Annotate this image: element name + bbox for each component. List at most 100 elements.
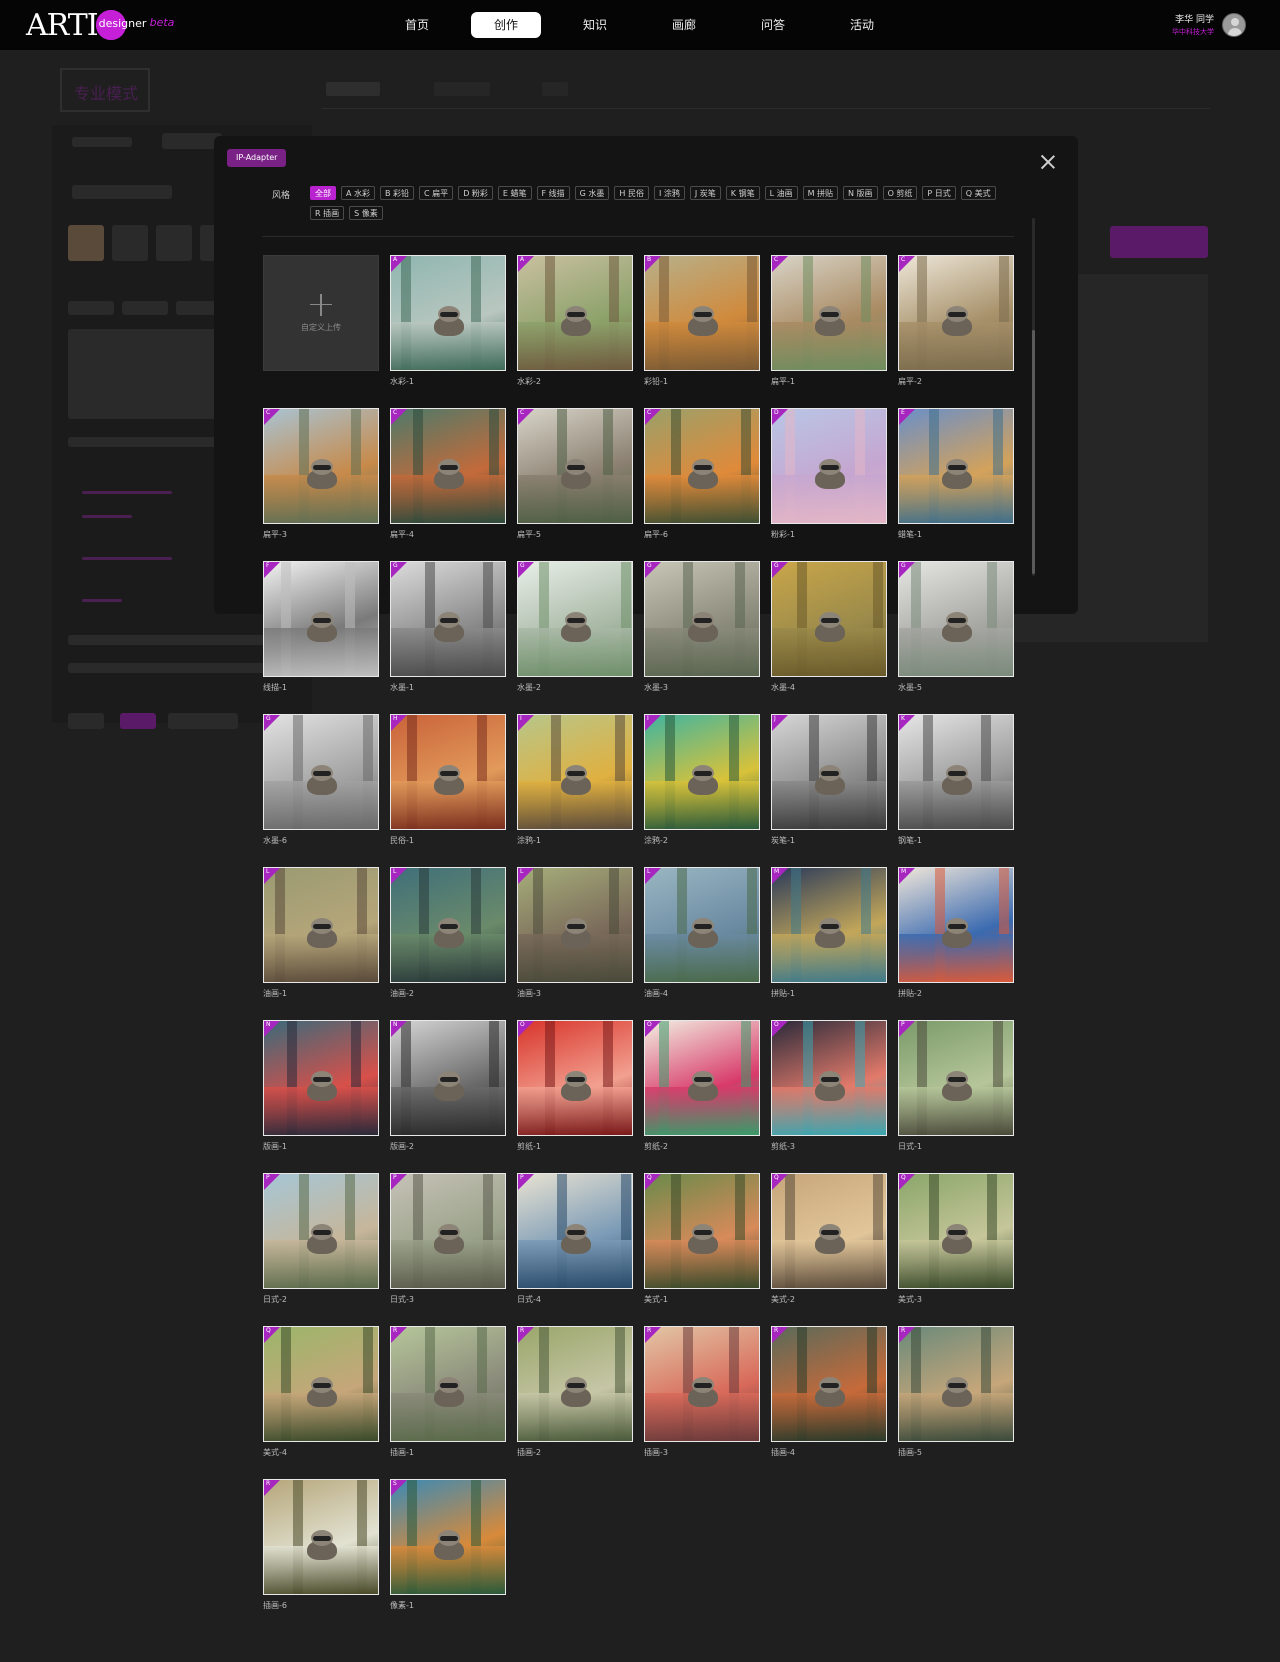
- style-thumbnail[interactable]: C: [263, 408, 379, 524]
- avatar-icon[interactable]: [1222, 12, 1246, 37]
- style-thumbnail[interactable]: L: [517, 867, 633, 983]
- style-thumbnail[interactable]: Q: [898, 1173, 1014, 1289]
- style-thumbnail[interactable]: M: [898, 867, 1014, 983]
- filter-chip[interactable]: Q 美式: [960, 186, 996, 200]
- style-thumbnail[interactable]: O: [644, 1020, 760, 1136]
- style-thumbnail[interactable]: B: [644, 255, 760, 371]
- scrollbar-thumb[interactable]: [1032, 330, 1035, 574]
- filter-chip[interactable]: B 彩铅: [380, 186, 415, 200]
- filter-chip[interactable]: G 水墨: [574, 186, 610, 200]
- style-thumbnail[interactable]: G: [390, 561, 506, 677]
- style-card[interactable]: G 水墨-2: [517, 561, 633, 692]
- style-thumbnail[interactable]: P: [517, 1173, 633, 1289]
- style-card[interactable]: R 插画-6: [263, 1479, 379, 1610]
- style-card[interactable]: C 扁平-6: [644, 408, 760, 539]
- style-card[interactable]: M 拼贴-1: [771, 867, 887, 998]
- style-card[interactable]: A 水彩-2: [517, 255, 633, 386]
- style-thumbnail[interactable]: A: [517, 255, 633, 371]
- style-card[interactable]: D 粉彩-1: [771, 408, 887, 539]
- style-thumbnail[interactable]: I: [644, 714, 760, 830]
- filter-chip[interactable]: S 像素: [349, 206, 383, 220]
- style-card[interactable]: G 水墨-3: [644, 561, 760, 692]
- style-thumbnail[interactable]: C: [644, 408, 760, 524]
- user-menu[interactable]: 李华 同学 华中科技大学: [1172, 12, 1246, 37]
- style-thumbnail[interactable]: P: [898, 1020, 1014, 1136]
- style-card[interactable]: R 插画-4: [771, 1326, 887, 1457]
- filter-chip[interactable]: H 民俗: [614, 186, 649, 200]
- style-card[interactable]: R 插画-3: [644, 1326, 760, 1457]
- style-thumbnail[interactable]: R: [390, 1326, 506, 1442]
- style-thumbnail[interactable]: G: [898, 561, 1014, 677]
- style-card[interactable]: L 油画-2: [390, 867, 506, 998]
- style-card[interactable]: J 炭笔-1: [771, 714, 887, 845]
- style-card[interactable]: C 扁平-4: [390, 408, 506, 539]
- style-card[interactable]: R 插画-2: [517, 1326, 633, 1457]
- nav-events[interactable]: 活动: [827, 12, 897, 38]
- style-thumbnail[interactable]: G: [771, 561, 887, 677]
- style-card[interactable]: Q 美式-3: [898, 1173, 1014, 1304]
- style-card[interactable]: P 日式-3: [390, 1173, 506, 1304]
- style-card[interactable]: L 油画-1: [263, 867, 379, 998]
- style-thumbnail[interactable]: Q: [644, 1173, 760, 1289]
- style-card[interactable]: G 水墨-1: [390, 561, 506, 692]
- style-thumbnail[interactable]: O: [517, 1020, 633, 1136]
- style-thumbnail[interactable]: A: [390, 255, 506, 371]
- style-card[interactable]: C 扁平-5: [517, 408, 633, 539]
- style-card[interactable]: R 插画-1: [390, 1326, 506, 1457]
- style-thumbnail[interactable]: Q: [771, 1173, 887, 1289]
- style-card[interactable]: R 插画-5: [898, 1326, 1014, 1457]
- filter-chip[interactable]: J 炭笔: [689, 186, 721, 200]
- style-thumbnail[interactable]: C: [898, 255, 1014, 371]
- style-card[interactable]: G 水墨-4: [771, 561, 887, 692]
- style-card[interactable]: S 像素-1: [390, 1479, 506, 1610]
- nav-knowledge[interactable]: 知识: [560, 12, 630, 38]
- style-card[interactable]: Q 美式-1: [644, 1173, 760, 1304]
- style-thumbnail[interactable]: I: [517, 714, 633, 830]
- style-thumbnail[interactable]: C: [771, 255, 887, 371]
- style-card[interactable]: N 版画-2: [390, 1020, 506, 1151]
- style-thumbnail[interactable]: M: [771, 867, 887, 983]
- style-card[interactable]: P 日式-2: [263, 1173, 379, 1304]
- nav-create[interactable]: 创作: [471, 12, 541, 38]
- filter-chip[interactable]: 全部: [310, 186, 336, 200]
- style-card[interactable]: K 钢笔-1: [898, 714, 1014, 845]
- style-card[interactable]: I 涂鸦-2: [644, 714, 760, 845]
- style-thumbnail[interactable]: L: [644, 867, 760, 983]
- style-thumbnail[interactable]: P: [263, 1173, 379, 1289]
- style-thumbnail[interactable]: E: [898, 408, 1014, 524]
- filter-chip[interactable]: P 日式: [922, 186, 956, 200]
- style-thumbnail[interactable]: P: [390, 1173, 506, 1289]
- style-card[interactable]: C 扁平-3: [263, 408, 379, 539]
- style-thumbnail[interactable]: R: [517, 1326, 633, 1442]
- style-card[interactable]: G 水墨-6: [263, 714, 379, 845]
- logo[interactable]: ARTI designer beta: [26, 8, 174, 43]
- filter-chip[interactable]: L 油画: [764, 186, 798, 200]
- filter-chip[interactable]: K 钢笔: [725, 186, 760, 200]
- style-thumbnail[interactable]: N: [390, 1020, 506, 1136]
- style-thumbnail[interactable]: C: [517, 408, 633, 524]
- style-thumbnail[interactable]: G: [517, 561, 633, 677]
- style-thumbnail[interactable]: K: [898, 714, 1014, 830]
- custom-upload-button[interactable]: 自定义上传: [263, 255, 379, 371]
- filter-chip[interactable]: O 剪纸: [882, 186, 918, 200]
- style-card[interactable]: G 水墨-5: [898, 561, 1014, 692]
- filter-chip[interactable]: E 蜡笔: [497, 186, 532, 200]
- filter-chip[interactable]: C 扁平: [419, 186, 454, 200]
- style-card[interactable]: H 民俗-1: [390, 714, 506, 845]
- style-card[interactable]: O 剪纸-2: [644, 1020, 760, 1151]
- style-card[interactable]: Q 美式-4: [263, 1326, 379, 1457]
- style-thumbnail[interactable]: H: [390, 714, 506, 830]
- filter-chip[interactable]: D 粉彩: [458, 186, 493, 200]
- nav-home[interactable]: 首页: [382, 12, 452, 38]
- nav-gallery[interactable]: 画廊: [649, 12, 719, 38]
- style-thumbnail[interactable]: R: [898, 1326, 1014, 1442]
- filter-chip[interactable]: A 水彩: [341, 186, 376, 200]
- filter-chip[interactable]: I 涂鸦: [653, 186, 685, 200]
- style-card[interactable]: N 版画-1: [263, 1020, 379, 1151]
- style-thumbnail[interactable]: F: [263, 561, 379, 677]
- style-thumbnail[interactable]: R: [771, 1326, 887, 1442]
- style-card[interactable]: C 扁平-1: [771, 255, 887, 386]
- close-icon[interactable]: [1036, 150, 1060, 174]
- style-thumbnail[interactable]: R: [263, 1479, 379, 1595]
- nav-qa[interactable]: 问答: [738, 12, 808, 38]
